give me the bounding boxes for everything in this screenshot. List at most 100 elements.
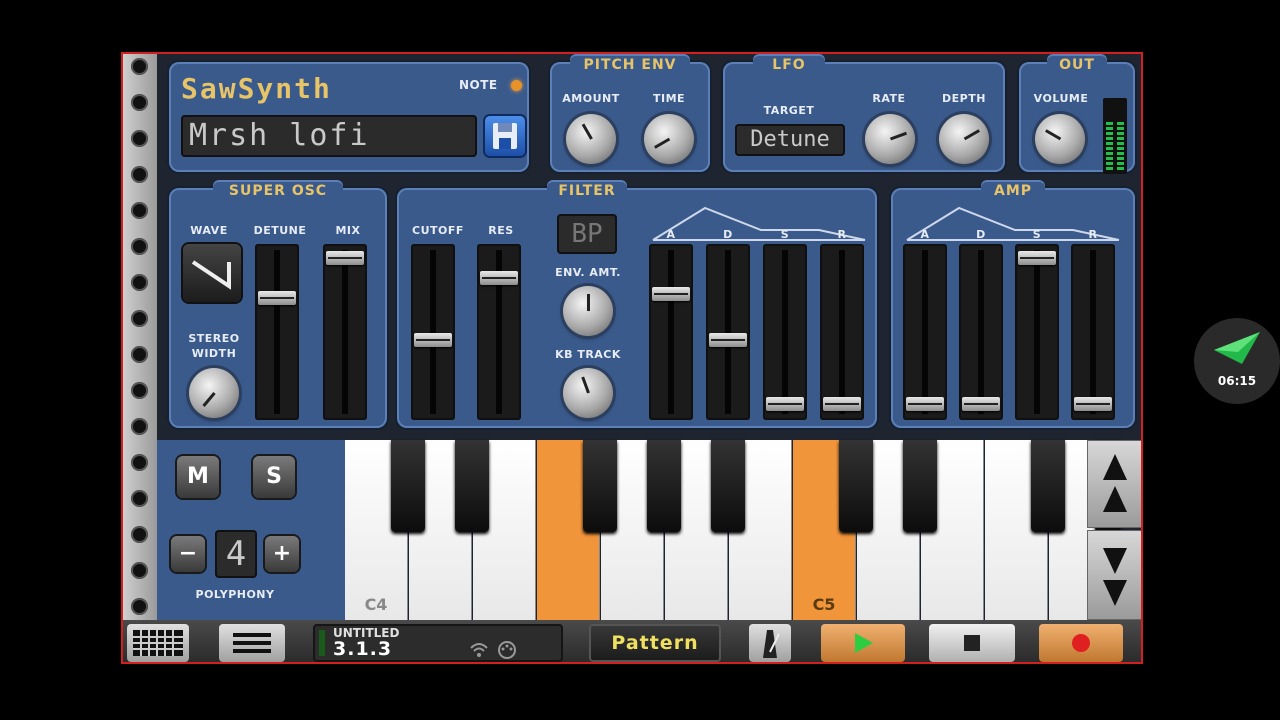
play-icon <box>855 633 873 653</box>
stereo-width-label-bottom: WIDTH <box>191 347 237 360</box>
amp-sustain-slider[interactable] <box>1015 244 1059 420</box>
filter-mode-button[interactable]: BP <box>557 214 617 254</box>
filter-attack-handle[interactable] <box>652 286 690 301</box>
amp-decay-slider[interactable] <box>959 244 1003 420</box>
detune-slider[interactable] <box>255 244 299 420</box>
filter-release-handle[interactable] <box>823 397 861 412</box>
song-position: 3.1.3 <box>333 638 393 660</box>
rail-hole <box>131 238 148 255</box>
env-amt-knob[interactable] <box>563 286 613 336</box>
pitch-amount-knob[interactable] <box>566 114 616 164</box>
amp-release-slider[interactable] <box>1071 244 1115 420</box>
filter-sustain-handle[interactable] <box>766 397 804 412</box>
piano-key-f#5[interactable] <box>1031 440 1065 532</box>
polyphony-minus-button[interactable]: − <box>171 536 205 572</box>
filter-decay-handle[interactable] <box>709 332 747 347</box>
save-preset-button[interactable] <box>485 116 525 156</box>
cutoff-slider-handle[interactable] <box>414 332 452 347</box>
rail-hole <box>131 562 148 579</box>
lfo-depth-label: DEPTH <box>942 92 986 105</box>
lfo-depth-knob[interactable] <box>939 114 989 164</box>
piano-key-g#4[interactable] <box>647 440 681 532</box>
piano-key-c#4[interactable] <box>391 440 425 532</box>
cutoff-label: CUTOFF <box>412 224 464 237</box>
cutoff-slider[interactable] <box>411 244 455 420</box>
metronome-button[interactable] <box>749 624 791 662</box>
rail-hole <box>131 166 148 183</box>
volume-knob[interactable] <box>1035 114 1085 164</box>
c5-key-label: C5 <box>812 595 836 614</box>
piano-key-a#4[interactable] <box>711 440 745 532</box>
piano-key-f#4[interactable] <box>583 440 617 532</box>
pitch-time-label: TIME <box>652 92 686 105</box>
rail-hole <box>131 418 148 435</box>
lfo-rate-knob[interactable] <box>865 114 915 164</box>
kb-track-knob[interactable] <box>563 368 613 418</box>
stop-button[interactable] <box>929 624 1015 662</box>
out-panel: OUT VOLUME <box>1019 56 1135 174</box>
lfo-target-label: TARGET <box>763 104 815 117</box>
mix-slider[interactable] <box>323 244 367 420</box>
amp-panel: AMP A D S R <box>891 182 1135 428</box>
piano-key-d#4[interactable] <box>455 440 489 532</box>
filter-release-label: R <box>837 228 847 241</box>
pattern-button[interactable]: Pattern <box>589 624 721 662</box>
pattern-label: Pattern <box>611 632 699 654</box>
rail-hole <box>131 94 148 111</box>
amp-attack-label: A <box>920 228 930 241</box>
detune-slider-handle[interactable] <box>258 291 296 306</box>
filter-panel: FILTER CUTOFF RES BP ENV. AMT. KB TRACK … <box>397 182 877 428</box>
piano-key-d#5[interactable] <box>903 440 937 532</box>
wave-select-button[interactable] <box>183 244 241 302</box>
song-display: UNTITLED 3.1.3 <box>313 624 563 662</box>
mix-slider-handle[interactable] <box>326 251 364 266</box>
amp-attack-handle[interactable] <box>906 397 944 412</box>
solo-button[interactable]: S <box>253 456 295 498</box>
sawtooth-wave-icon <box>191 260 231 290</box>
play-button[interactable] <box>821 624 905 662</box>
rail-hole <box>131 382 148 399</box>
hamburger-menu-icon <box>233 633 271 653</box>
amp-attack-slider[interactable] <box>903 244 947 420</box>
pitch-time-knob[interactable] <box>644 114 694 164</box>
polyphony-display: 4 <box>215 530 257 578</box>
filter-sustain-label: S <box>780 228 790 241</box>
rail-hole <box>131 526 148 543</box>
lfo-rate-label: RATE <box>872 92 906 105</box>
lfo-target-display[interactable]: Detune <box>735 124 845 156</box>
amp-sustain-handle[interactable] <box>1018 251 1056 266</box>
stereo-width-knob[interactable] <box>189 368 239 418</box>
res-slider[interactable] <box>477 244 521 420</box>
grid-view-button[interactable] <box>127 624 189 662</box>
pitch-env-panel: PITCH ENV AMOUNT TIME <box>550 56 710 172</box>
transport-bar: UNTITLED 3.1.3 Pattern <box>123 620 1141 662</box>
menu-button[interactable] <box>219 624 285 662</box>
pitch-env-title: PITCH ENV <box>570 56 690 76</box>
note-led <box>511 80 522 91</box>
piano-key-c#5[interactable] <box>839 440 873 532</box>
polyphony-plus-button[interactable]: + <box>265 536 299 572</box>
preset-display[interactable]: Mrsh lofi <box>181 115 477 157</box>
device-rail <box>123 54 157 662</box>
amp-release-handle[interactable] <box>1074 397 1112 412</box>
filter-release-slider[interactable] <box>820 244 864 420</box>
midi-icon <box>498 641 516 659</box>
octave-down-button[interactable] <box>1087 530 1141 620</box>
overlay-timer: 06:15 <box>1217 374 1257 388</box>
res-slider-handle[interactable] <box>480 271 518 286</box>
stereo-width-label-top: STEREO <box>188 332 240 345</box>
filter-decay-label: D <box>723 228 733 241</box>
synth-body: SawSynth NOTE Mrsh lofi PITCH ENV AMOUNT… <box>157 54 1141 620</box>
octave-up-button[interactable] <box>1087 440 1141 528</box>
note-label: NOTE <box>459 78 498 92</box>
amp-title: AMP <box>981 182 1045 202</box>
mute-button[interactable]: M <box>177 456 219 498</box>
out-title: OUT <box>1047 56 1107 76</box>
filter-sustain-slider[interactable] <box>763 244 807 420</box>
volume-label: VOLUME <box>1033 92 1089 105</box>
filter-decay-slider[interactable] <box>706 244 750 420</box>
record-button[interactable] <box>1039 624 1123 662</box>
filter-attack-slider[interactable] <box>649 244 693 420</box>
amp-decay-handle[interactable] <box>962 397 1000 412</box>
screen-recorder-overlay[interactable]: 06:15 <box>1194 318 1280 404</box>
